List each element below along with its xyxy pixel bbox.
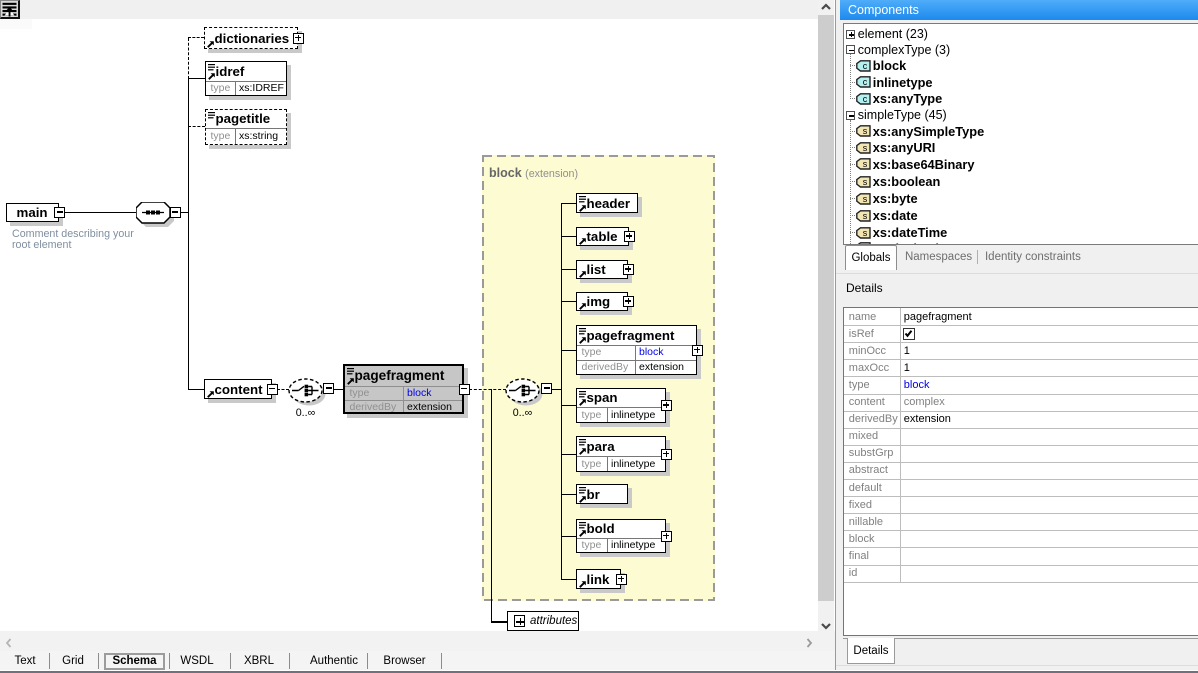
svg-text:c: c	[863, 61, 868, 71]
svg-text:s: s	[863, 228, 868, 238]
svg-text:c: c	[863, 94, 868, 104]
svg-text:s: s	[863, 211, 868, 221]
svg-text:s: s	[863, 143, 868, 153]
svg-text:s: s	[863, 126, 868, 136]
svg-text:s: s	[863, 194, 868, 204]
svg-text:s: s	[863, 177, 868, 187]
svg-text:c: c	[863, 77, 868, 87]
svg-text:s: s	[863, 159, 868, 169]
